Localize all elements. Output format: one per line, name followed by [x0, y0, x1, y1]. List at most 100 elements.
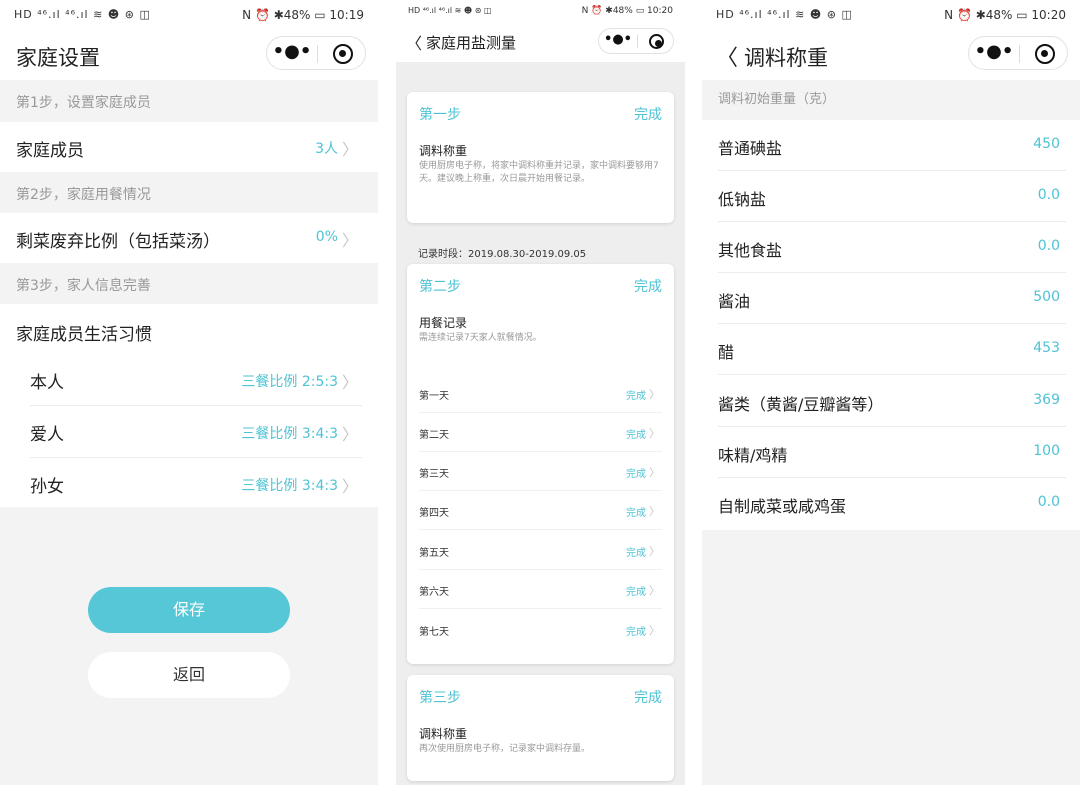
seasoning-name: 低钠盐: [718, 190, 767, 209]
seasoning-row[interactable]: 低钠盐 0.0: [718, 171, 1066, 222]
save-button[interactable]: 保存: [88, 587, 290, 633]
screen-salt-measurement: HD ⁴⁶.ıl ⁴⁶.ıl ≋ ☻ ⊛ ◫ N ⏰ ✱48% ▭ 10:20 …: [396, 0, 685, 785]
nav-bar: 〈 家庭用盐测量 •●•: [396, 24, 685, 62]
card-desc: 需连续记录7天家人就餐情况。: [419, 333, 542, 343]
page-title: 家庭设置: [16, 46, 100, 70]
day-row[interactable]: 第三天 完成〉: [419, 452, 662, 491]
day-label: 第六天: [419, 587, 449, 598]
day-row[interactable]: 第四天 完成〉: [419, 491, 662, 530]
step-name: 第三步: [419, 690, 461, 706]
day-label: 第四天: [419, 508, 449, 519]
signal-icons: HD ⁴⁶.ıl ⁴⁶.ıl ≋ ☻ ⊛ ◫: [408, 6, 492, 15]
step1-header: 第1步，设置家庭成员: [16, 95, 151, 111]
close-target-icon[interactable]: [333, 44, 353, 64]
seasoning-row[interactable]: 味精/鸡精 100: [718, 427, 1066, 478]
seasoning-weight[interactable]: 450: [1033, 136, 1060, 152]
chevron-right-icon: 〉: [341, 477, 358, 496]
step1-card[interactable]: 第一步 完成 调料称重 使用厨房电子称，将家中调料称重并记录，家中调料要够用7天…: [407, 92, 674, 223]
seasoning-name: 普通碘盐: [718, 139, 783, 158]
close-target-icon[interactable]: [1035, 44, 1055, 64]
more-icon[interactable]: •●•: [599, 29, 637, 53]
back-icon[interactable]: 〈: [406, 30, 422, 54]
card-title: 调料称重: [419, 144, 468, 158]
step-status: 完成: [634, 107, 662, 123]
step-status: 完成: [634, 690, 662, 706]
day-row[interactable]: 第七天 完成〉: [419, 610, 662, 649]
more-icon[interactable]: •●•: [969, 37, 1019, 69]
seasoning-weight[interactable]: 0.0: [1038, 494, 1060, 510]
family-members-row[interactable]: 家庭成员 3人 〉: [0, 122, 378, 172]
chevron-right-icon: 〉: [341, 140, 358, 159]
card-desc: 使用厨房电子称，将家中调料称重并记录，家中调料要够用7天。建议晚上称重，次日晨开…: [419, 161, 659, 184]
seasoning-weight[interactable]: 453: [1033, 340, 1060, 356]
seasoning-row[interactable]: 醋 453: [718, 324, 1066, 375]
status-right: N ⏰ ✱48% ▭ 10:19: [242, 8, 364, 22]
step2-card: 第二步 完成 用餐记录 需连续记录7天家人就餐情况。 第一天 完成〉 第二天 完成〉…: [407, 264, 674, 664]
capsule-divider: [317, 45, 318, 63]
seasoning-row[interactable]: 自制咸菜或咸鸡蛋 0.0: [718, 478, 1066, 529]
section-header: 调料初始重量（克）: [718, 92, 836, 107]
chevron-right-icon: 〉: [649, 584, 660, 597]
meal-ratio: 三餐比例 3:4:3: [241, 478, 338, 494]
chevron-right-icon: 〉: [341, 425, 358, 444]
back-button[interactable]: 返回: [88, 652, 290, 698]
status-bar: HD ⁴⁶.ıl ⁴⁶.ıl ≋ ☻ ⊛ ◫ N ⏰ ✱48% ▭ 10:20: [702, 0, 1080, 30]
status-right: N ⏰ ✱48% ▭ 10:20: [581, 6, 673, 16]
close-target-icon[interactable]: [649, 34, 664, 49]
day-label: 第三天: [419, 469, 449, 480]
day-row[interactable]: 第五天 完成〉: [419, 531, 662, 570]
meal-ratio: 三餐比例 3:4:3: [241, 426, 338, 442]
step2-header: 第2步，家庭用餐情况: [16, 187, 151, 203]
seasoning-name: 味精/鸡精: [718, 446, 788, 465]
signal-icons: HD ⁴⁶.ıl ⁴⁶.ıl ≋ ☻ ⊛ ◫: [716, 8, 853, 21]
seasoning-row[interactable]: 普通碘盐 450: [718, 120, 1066, 171]
capsule-divider: [637, 35, 638, 48]
member-row[interactable]: 孙女 三餐比例 3:4:3 〉: [30, 458, 362, 510]
day-label: 第七天: [419, 627, 449, 638]
record-period: 记录时段：2019.08.30-2019.09.05: [418, 249, 587, 260]
seasoning-row[interactable]: 酱油 500: [718, 273, 1066, 324]
member-row[interactable]: 爱人 三餐比例 3:4:3 〉: [30, 406, 362, 458]
habits-section: 家庭成员生活习惯 本人 三餐比例 2:5:3 〉 爱人 三餐比例 3:4:3 〉…: [0, 304, 378, 507]
day-status: 完成: [626, 391, 646, 402]
leftover-ratio-row[interactable]: 剩菜废弃比例（包括菜汤） 0% 〉: [0, 213, 378, 263]
screen-seasoning-weighing: HD ⁴⁶.ıl ⁴⁶.ıl ≋ ☻ ⊛ ◫ N ⏰ ✱48% ▭ 10:20 …: [702, 0, 1080, 785]
meal-ratio: 三餐比例 2:5:3: [241, 374, 338, 390]
day-status: 完成: [626, 508, 646, 519]
nav-bar: 家庭设置 •●•: [0, 30, 378, 80]
seasoning-row[interactable]: 酱类（黄酱/豆瓣酱等） 369: [718, 376, 1066, 427]
chevron-right-icon: 〉: [649, 466, 660, 479]
day-row[interactable]: 第一天 完成〉: [419, 374, 662, 413]
leftover-ratio-label: 剩菜废弃比例（包括菜汤）: [16, 232, 220, 252]
step3-card[interactable]: 第三步 完成 调料称重 再次使用厨房电子称，记录家中调料存量。: [407, 675, 674, 781]
day-label: 第一天: [419, 391, 449, 402]
step3-header: 第3步，家人信息完善: [16, 278, 151, 294]
seasoning-weight[interactable]: 369: [1033, 392, 1060, 408]
seasoning-weight[interactable]: 500: [1033, 289, 1060, 305]
habits-label: 家庭成员生活习惯: [16, 325, 152, 345]
seasoning-row[interactable]: 其他食盐 0.0: [718, 222, 1066, 273]
screen-family-settings: HD ⁴⁶.ıl ⁴⁶.ıl ≋ ☻ ⊛ ◫ N ⏰ ✱48% ▭ 10:19 …: [0, 0, 378, 785]
day-status: 完成: [626, 587, 646, 598]
page-title: 家庭用盐测量: [426, 34, 517, 52]
member-name: 本人: [30, 373, 64, 393]
seasoning-name: 酱类（黄酱/豆瓣酱等）: [718, 395, 884, 414]
member-row[interactable]: 本人 三餐比例 2:5:3 〉: [30, 354, 362, 406]
more-icon[interactable]: •●•: [267, 37, 317, 69]
seasoning-weight[interactable]: 0.0: [1038, 238, 1060, 254]
seasoning-weight[interactable]: 0.0: [1038, 187, 1060, 203]
mini-program-capsule: •●•: [266, 36, 366, 70]
status-bar: HD ⁴⁶.ıl ⁴⁶.ıl ≋ ☻ ⊛ ◫ N ⏰ ✱48% ▭ 10:19: [0, 0, 378, 30]
member-name: 爱人: [30, 425, 64, 445]
mini-program-capsule: •●•: [968, 36, 1068, 70]
chevron-right-icon: 〉: [649, 505, 660, 518]
back-icon[interactable]: 〈: [716, 40, 738, 72]
step-status: 完成: [634, 279, 662, 295]
signal-icons: HD ⁴⁶.ıl ⁴⁶.ıl ≋ ☻ ⊛ ◫: [14, 8, 151, 21]
day-row[interactable]: 第二天 完成〉: [419, 413, 662, 452]
seasoning-weight[interactable]: 100: [1033, 443, 1060, 459]
day-label: 第五天: [419, 548, 449, 559]
seasoning-name: 酱油: [718, 292, 751, 311]
day-row[interactable]: 第六天 完成〉: [419, 570, 662, 609]
card-desc: 再次使用厨房电子称，记录家中调料存量。: [419, 744, 591, 754]
